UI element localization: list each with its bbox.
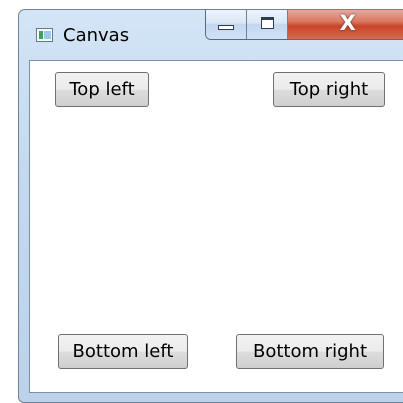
close-button[interactable]: X bbox=[287, 10, 403, 39]
maximize-button[interactable] bbox=[246, 10, 288, 39]
bottom-right-button[interactable]: Bottom right bbox=[236, 334, 384, 369]
close-icon: X bbox=[339, 11, 356, 35]
minimize-button[interactable] bbox=[206, 10, 247, 39]
caption-buttons: X bbox=[205, 10, 403, 40]
title-bar[interactable]: Canvas X bbox=[19, 10, 403, 60]
top-right-button[interactable]: Top right bbox=[273, 72, 385, 107]
canvas-area: Top left Top right Bottom left Bottom ri… bbox=[29, 60, 403, 393]
top-left-button[interactable]: Top left bbox=[55, 72, 149, 107]
window-frame: Canvas X Top left Top right Bottom left … bbox=[18, 9, 403, 403]
minimize-icon bbox=[218, 25, 234, 30]
window-title: Canvas bbox=[63, 25, 130, 46]
bottom-left-button[interactable]: Bottom left bbox=[58, 334, 188, 369]
maximize-icon bbox=[260, 17, 274, 29]
app-window-icon[interactable] bbox=[36, 28, 53, 42]
